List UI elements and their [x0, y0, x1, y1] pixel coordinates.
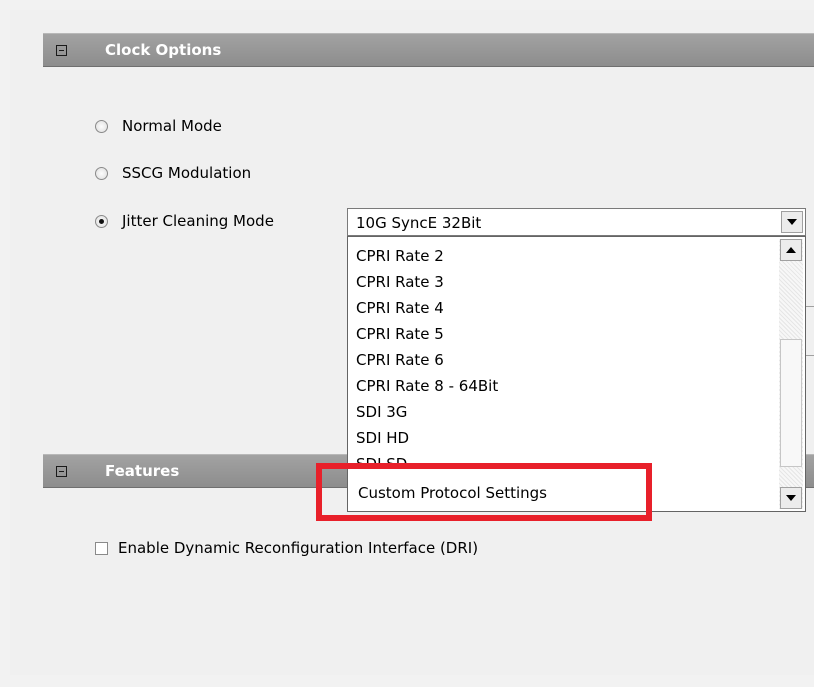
dropdown-option[interactable]: CPRI Rate 2 [348, 243, 778, 269]
mode-combobox[interactable]: 10G SyncE 32Bit [347, 208, 806, 236]
radio-sscg-modulation[interactable]: SSCG Modulation [95, 164, 251, 182]
features-title: Features [105, 462, 180, 480]
radio-icon[interactable] [95, 166, 108, 180]
scroll-up-button[interactable] [780, 239, 802, 261]
radio-label: Jitter Cleaning Mode [122, 212, 274, 230]
dropdown-option[interactable]: SDI SD [348, 451, 778, 465]
dropdown-options: CPRI Rate 2 CPRI Rate 3 CPRI Rate 4 CPRI… [348, 243, 778, 475]
dropdown-option[interactable]: CPRI Rate 6 [348, 347, 778, 373]
dropdown-button[interactable] [781, 211, 803, 233]
collapse-icon[interactable] [56, 466, 67, 477]
radio-normal-mode[interactable]: Normal Mode [95, 117, 222, 135]
scroll-down-button[interactable] [780, 487, 802, 509]
clock-options-header[interactable]: Clock Options [43, 33, 814, 67]
dropdown-scrollbar[interactable] [779, 239, 803, 509]
clock-options-title: Clock Options [105, 41, 222, 59]
chevron-down-icon [786, 495, 796, 501]
checkbox-label: Enable Dynamic Reconfiguration Interface… [118, 539, 479, 557]
dropdown-option[interactable]: CPRI Rate 3 [348, 269, 778, 295]
scroll-thumb[interactable] [780, 339, 802, 467]
chevron-up-icon [786, 247, 796, 253]
dropdown-option-custom-protocol[interactable]: Custom Protocol Settings [350, 479, 778, 507]
radio-label: Normal Mode [122, 117, 222, 135]
dropdown-option[interactable]: SDI 3G [348, 399, 778, 425]
radio-icon[interactable] [95, 119, 108, 133]
dropdown-list[interactable]: CPRI Rate 2 CPRI Rate 3 CPRI Rate 4 CPRI… [347, 236, 806, 512]
dropdown-option[interactable]: CPRI Rate 4 [348, 295, 778, 321]
chevron-down-icon [787, 219, 797, 225]
checkbox-icon[interactable] [95, 541, 108, 555]
radio-checked-icon[interactable] [95, 214, 108, 228]
combobox-value: 10G SyncE 32Bit [356, 214, 482, 232]
radio-label: SSCG Modulation [122, 164, 252, 182]
dri-checkbox-row[interactable]: Enable Dynamic Reconfiguration Interface… [95, 539, 478, 557]
radio-jitter-cleaning-mode[interactable]: Jitter Cleaning Mode [95, 212, 274, 230]
dropdown-option[interactable]: SDI HD [348, 425, 778, 451]
collapse-icon[interactable] [56, 45, 67, 56]
dropdown-option[interactable]: CPRI Rate 5 [348, 321, 778, 347]
dropdown-option[interactable]: CPRI Rate 8 - 64Bit [348, 373, 778, 399]
